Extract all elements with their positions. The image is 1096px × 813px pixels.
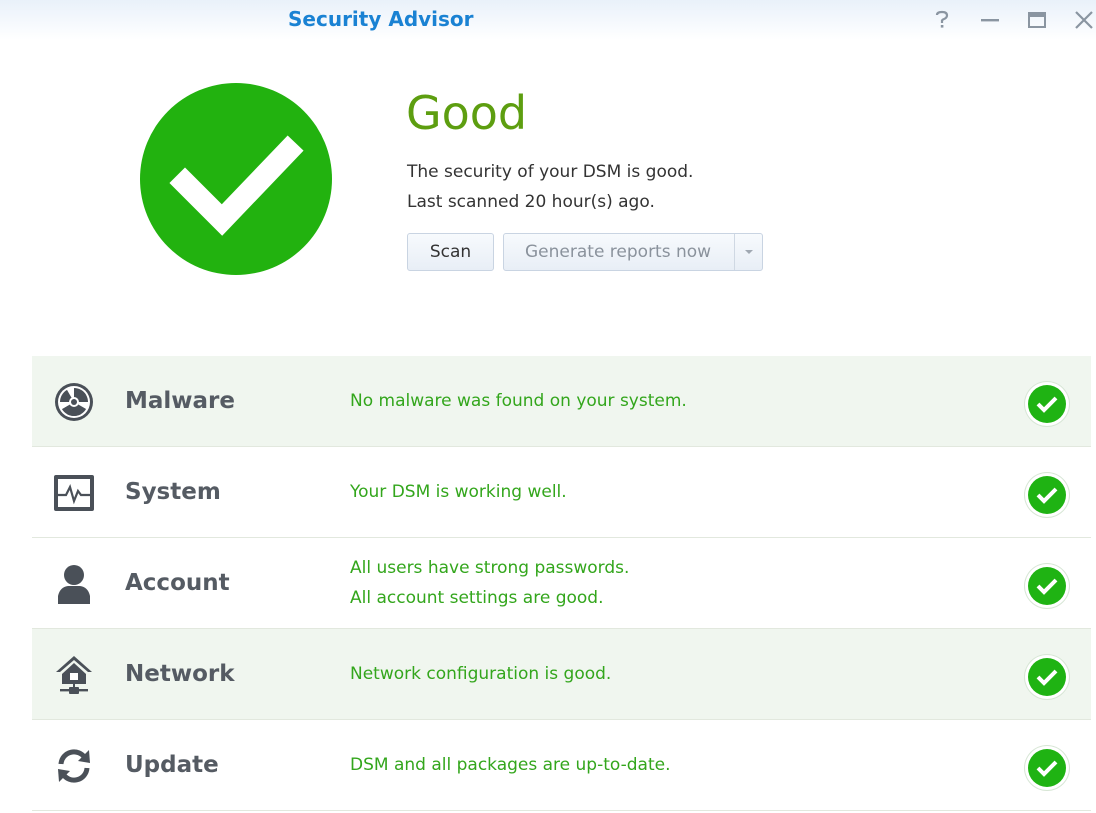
checkmark-icon: [1036, 669, 1058, 686]
category-message: All users have strong passwords.: [350, 558, 630, 578]
status-indicator: [140, 83, 332, 275]
scan-button[interactable]: Scan: [407, 233, 494, 271]
category-message: Network configuration is good.: [350, 664, 612, 684]
status-title: Good: [406, 86, 528, 140]
category-message: DSM and all packages are up-to-date.: [350, 755, 671, 775]
window-title: Security Advisor: [288, 7, 474, 31]
maximize-button[interactable]: [1025, 8, 1049, 32]
refresh-icon: [50, 744, 98, 788]
ok-status-badge: [1025, 473, 1069, 517]
category-row-network[interactable]: Network Network configuration is good.: [32, 629, 1091, 720]
radiation-icon: [50, 380, 98, 424]
category-label: Malware: [125, 388, 236, 414]
close-button[interactable]: [1072, 8, 1096, 32]
category-message: No malware was found on your system.: [350, 391, 687, 411]
status-description: The security of your DSM is good.: [407, 162, 694, 182]
system-monitor-icon: [50, 471, 98, 515]
generate-reports-label: Generate reports now: [525, 242, 712, 262]
user-icon: [50, 562, 98, 606]
ok-status-badge: [1025, 746, 1069, 790]
close-icon: [1075, 11, 1093, 29]
minimize-button[interactable]: [978, 8, 1002, 32]
category-row-system[interactable]: System Your DSM is working well.: [32, 447, 1091, 538]
ok-status-badge: [1025, 382, 1069, 426]
category-label: System: [125, 479, 221, 505]
maximize-icon: [1028, 12, 1046, 28]
checkmark-icon: [1036, 396, 1058, 413]
title-bar: Security Advisor: [0, 0, 1096, 40]
ok-status-badge: [1025, 564, 1069, 608]
category-message: Your DSM is working well.: [350, 482, 567, 502]
category-row-malware[interactable]: Malware No malware was found on your sys…: [32, 356, 1091, 447]
help-button[interactable]: [930, 8, 954, 32]
security-category-list: Malware No malware was found on your sys…: [32, 356, 1091, 811]
chevron-down-icon: [745, 250, 753, 254]
category-message: All account settings are good.: [350, 588, 604, 608]
help-icon: [935, 10, 949, 28]
network-home-icon: [50, 653, 98, 697]
generate-reports-dropdown[interactable]: [735, 234, 763, 270]
minimize-icon: [981, 19, 999, 22]
category-row-update[interactable]: Update DSM and all packages are up-to-da…: [32, 720, 1091, 811]
generate-reports-button[interactable]: Generate reports now: [503, 233, 763, 271]
category-label: Account: [125, 570, 230, 596]
checkmark-icon: [169, 135, 304, 236]
category-label: Update: [125, 752, 219, 778]
last-scanned-text: Last scanned 20 hour(s) ago.: [407, 192, 655, 212]
ok-status-badge: [1025, 655, 1069, 699]
category-row-account[interactable]: Account All users have strong passwords.…: [32, 538, 1091, 629]
checkmark-icon: [1036, 578, 1058, 595]
checkmark-icon: [1036, 760, 1058, 777]
category-label: Network: [125, 661, 235, 687]
checkmark-icon: [1036, 487, 1058, 504]
